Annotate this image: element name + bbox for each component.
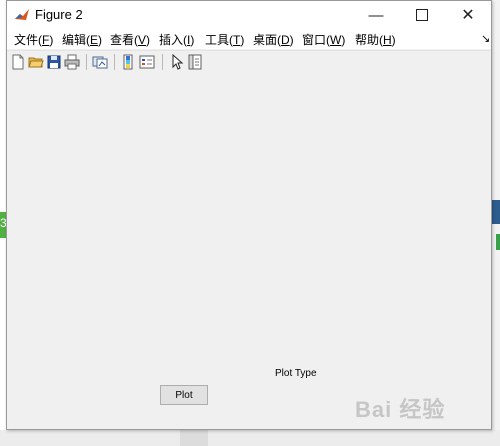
- menu-edit[interactable]: 编辑(E): [62, 31, 102, 48]
- menu-file-label: 文件(: [14, 33, 42, 47]
- menu-help[interactable]: 帮助(H): [355, 31, 396, 48]
- print-figure-icon[interactable]: [64, 54, 80, 70]
- maximize-button[interactable]: [399, 1, 445, 29]
- menu-tools-label: 工具(: [205, 33, 233, 47]
- background-green-tab: [496, 234, 500, 250]
- menu-help-suffix: ): [391, 33, 396, 47]
- menu-help-label: 帮助(: [355, 33, 383, 47]
- menu-view-suffix: ): [146, 33, 151, 47]
- plot-type-label: Plot Type: [275, 368, 317, 379]
- minimize-button[interactable]: —: [353, 1, 399, 29]
- menu-desktop[interactable]: 桌面(D): [253, 31, 294, 48]
- menu-view-label: 查看(: [110, 33, 138, 47]
- maximize-icon: [416, 9, 428, 21]
- minimize-icon: —: [368, 6, 384, 24]
- insert-legend-icon[interactable]: [139, 54, 155, 70]
- menu-window-suffix: ): [341, 33, 346, 47]
- menu-edit-suffix: ): [98, 33, 103, 47]
- menu-desktop-key: D: [281, 33, 290, 47]
- menu-tools[interactable]: 工具(T): [205, 31, 244, 48]
- menu-bar: 文件(F) 编辑(E) 查看(V) 插入(I) 工具(T) 桌面(D) 窗口(W…: [7, 29, 491, 49]
- background-bottom-area: [0, 430, 500, 446]
- menu-help-key: H: [383, 33, 392, 47]
- title-bar[interactable]: Figure 2 — ✕: [7, 1, 491, 29]
- menu-insert-label: 插入(: [159, 33, 187, 47]
- window-title: Figure 2: [35, 7, 83, 22]
- close-button[interactable]: ✕: [445, 1, 491, 29]
- link-plot-icon[interactable]: [92, 54, 108, 70]
- property-inspector-icon[interactable]: [187, 54, 203, 70]
- menu-insert-suffix: ): [190, 33, 195, 47]
- toolbar-separator: [86, 54, 87, 70]
- figure-window: Figure 2 — ✕ 文件(F) 编辑(E) 查看(V) 插入(I) 工具(…: [6, 0, 492, 430]
- menu-edit-label: 编辑(: [62, 33, 90, 47]
- menu-window-key: W: [330, 33, 342, 47]
- menu-desktop-label: 桌面(: [253, 33, 281, 47]
- edit-plot-icon[interactable]: [169, 54, 185, 70]
- menu-overflow-icon[interactable]: ↘: [481, 32, 490, 45]
- close-icon: ✕: [461, 7, 475, 24]
- open-file-icon[interactable]: [28, 54, 44, 70]
- plot-button[interactable]: Plot: [160, 385, 208, 405]
- matlab-app-icon: [14, 7, 30, 23]
- new-figure-icon[interactable]: [10, 54, 26, 70]
- baidu-watermark: Bai 经验: [355, 397, 446, 422]
- background-bottom-block: [180, 430, 208, 446]
- menu-file[interactable]: 文件(F): [14, 31, 53, 48]
- menu-window-label: 窗口(: [302, 33, 330, 47]
- figure-toolbar: [7, 50, 491, 74]
- menu-view[interactable]: 查看(V): [110, 31, 150, 48]
- figure-canvas[interactable]: [7, 73, 491, 429]
- save-figure-icon[interactable]: [46, 54, 62, 70]
- toolbar-separator: [114, 54, 115, 70]
- insert-colorbar-icon[interactable]: [120, 54, 136, 70]
- menu-edit-key: E: [90, 33, 99, 47]
- menu-view-key: V: [138, 33, 147, 47]
- menu-insert[interactable]: 插入(I): [159, 31, 194, 48]
- menu-file-suffix: ): [49, 33, 54, 47]
- toolbar-separator: [162, 54, 163, 70]
- menu-window[interactable]: 窗口(W): [302, 31, 345, 48]
- menu-desktop-suffix: ): [289, 33, 294, 47]
- menu-tools-suffix: ): [240, 33, 245, 47]
